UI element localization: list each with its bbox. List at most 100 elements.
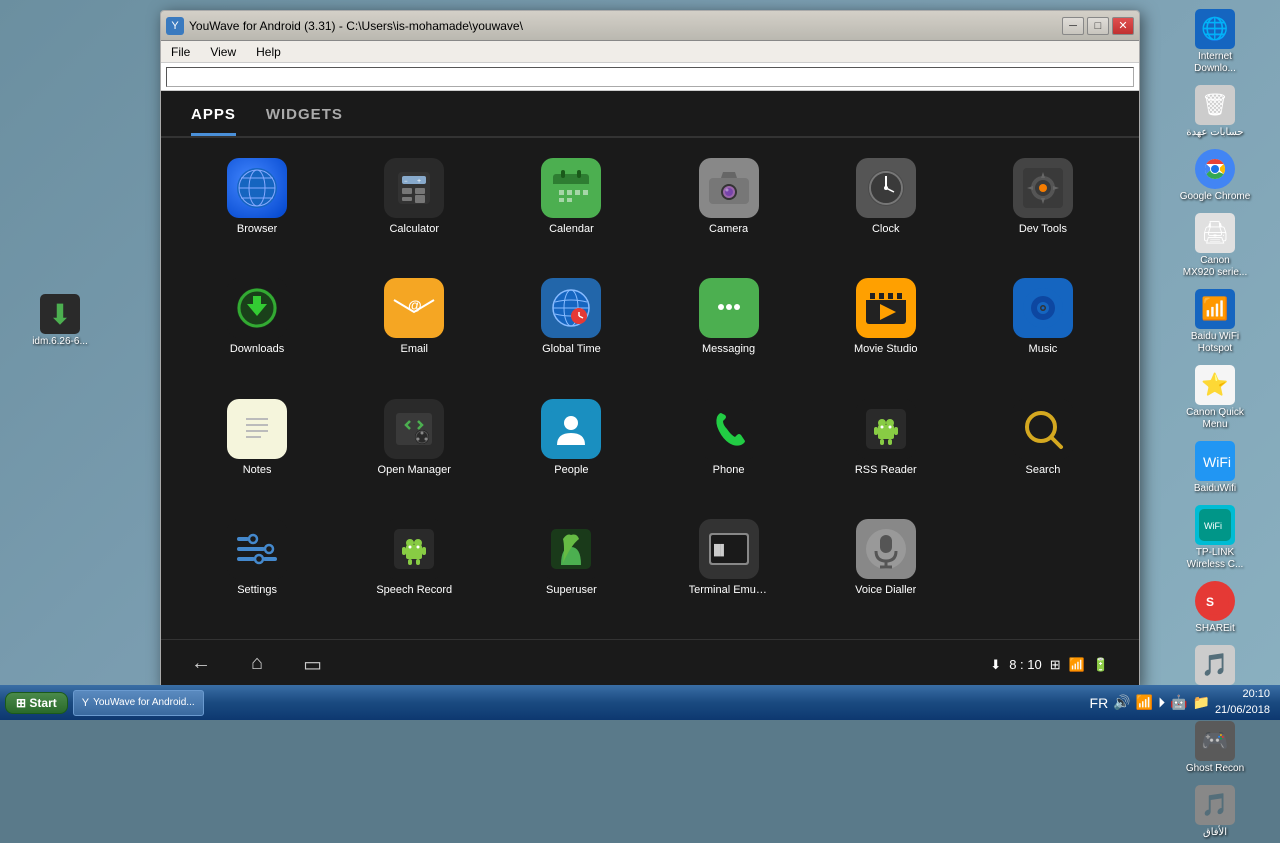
desktop-icon-4[interactable]: 📶 Baidu WiFiHotspot: [1160, 285, 1270, 359]
app-devtools[interactable]: Dev Tools: [967, 153, 1119, 263]
camera-icon: [699, 158, 759, 218]
menu-help[interactable]: Help: [251, 43, 286, 61]
email-label: Email: [400, 343, 428, 355]
nav-home[interactable]: ⌂: [251, 652, 263, 677]
desktop-icon-10[interactable]: 🎮 Ghost Recon: [1160, 717, 1270, 779]
app-email[interactable]: @ Email: [338, 273, 490, 383]
android-nav-bar: ← ⌂ ▭ ⬇ 8 : 10 ⊞ 📶 🔋: [161, 639, 1139, 689]
canon-label: CanonMX920 serie...: [1183, 255, 1247, 279]
app-superuser[interactable]: Superuser: [495, 514, 647, 624]
app-camera[interactable]: Camera: [653, 153, 805, 263]
app-calculator[interactable]: − + Calculator: [338, 153, 490, 263]
phone-label: Phone: [713, 464, 745, 476]
terminal-label: Terminal Emula...: [689, 584, 769, 596]
app-notes[interactable]: Notes: [181, 394, 333, 504]
calendar-icon: [541, 158, 601, 218]
camera-label: Camera: [709, 223, 748, 235]
voicedialler-label: Voice Dialler: [855, 584, 916, 596]
devtools-label: Dev Tools: [1019, 223, 1067, 235]
messaging-icon: [699, 278, 759, 338]
speechrecord-icon: [384, 519, 444, 579]
youwave-taskbar-icon: Y: [82, 697, 89, 709]
folder-tray-icon: 📁: [1193, 694, 1210, 711]
app-moviestyle[interactable]: Movie Studio: [810, 273, 962, 383]
windows-taskbar: ⊞ Start Y YouWave for Android... FR 🔊 📶 …: [0, 685, 1280, 720]
baidu-icon: WiFi: [1195, 441, 1235, 481]
desktop-icon-3[interactable]: 🖨 CanonMX920 serie...: [1160, 209, 1270, 283]
baidu-label: BaiduWifi: [1194, 483, 1236, 495]
desktop-icon-11[interactable]: 🎵 الأفاق: [1160, 781, 1270, 843]
window-title: YouWave for Android (3.31) - C:\Users\is…: [189, 19, 1062, 33]
phone-icon: [699, 399, 759, 459]
taskbar-youwave[interactable]: Y YouWave for Android...: [73, 690, 204, 716]
status-signal: 📶: [1069, 657, 1085, 673]
search-icon: [1013, 399, 1073, 459]
nav-recent[interactable]: ▭: [303, 652, 322, 677]
nav-back[interactable]: ←: [191, 652, 211, 677]
app-openmanager[interactable]: Open Manager: [338, 394, 490, 504]
facebook-icon: 🎵: [1195, 645, 1235, 685]
taskbar-date: 21/06/2018: [1215, 703, 1270, 718]
app-speechrecord[interactable]: Speech Record: [338, 514, 490, 624]
speaker-tray-icon[interactable]: 🔊: [1113, 694, 1130, 711]
shareit-icon: S: [1195, 581, 1235, 621]
app-globaltime[interactable]: Global Time: [495, 273, 647, 383]
app-music[interactable]: Music: [967, 273, 1119, 383]
globaltime-icon: [541, 278, 601, 338]
desktop-icon-0[interactable]: 🌐 InternetDownlo...: [1160, 5, 1270, 79]
taskbar-time: 20:10: [1215, 687, 1270, 702]
tplink-label: TP-LINKWireless C...: [1187, 547, 1244, 571]
app-rssreader[interactable]: RSS Reader: [810, 394, 962, 504]
tplink-icon: WiFi: [1195, 505, 1235, 545]
app-clock[interactable]: Clock: [810, 153, 962, 263]
baidu-wifi-icon: 📶: [1195, 289, 1235, 329]
desktop-icon-1[interactable]: 🗑 حسابات عهدة: [1160, 81, 1270, 143]
canon-quick-label: Canon QuickMenu: [1186, 407, 1244, 431]
menu-file[interactable]: File: [166, 43, 195, 61]
app-downloads[interactable]: Downloads: [181, 273, 333, 383]
maximize-button[interactable]: □: [1087, 17, 1109, 35]
app-settings[interactable]: Settings: [181, 514, 333, 624]
openmanager-label: Open Manager: [378, 464, 451, 476]
app-terminal[interactable]: █▌ Terminal Emula...: [653, 514, 805, 624]
close-button[interactable]: ✕: [1112, 17, 1134, 35]
canon-icon: 🖨: [1195, 213, 1235, 253]
people-icon: [541, 399, 601, 459]
desktop-icon-8[interactable]: S SHAREit: [1160, 577, 1270, 639]
desktop-icon-7[interactable]: WiFi TP-LINKWireless C...: [1160, 501, 1270, 575]
desktop-icon-2[interactable]: Google Chrome: [1160, 145, 1270, 207]
address-input[interactable]: [166, 67, 1134, 87]
svg-text:+: +: [417, 178, 421, 185]
globaltime-label: Global Time: [542, 343, 601, 355]
status-time: 8 : 10: [1009, 657, 1042, 672]
app-browser[interactable]: Browser: [181, 153, 333, 263]
search-label: Search: [1025, 464, 1060, 476]
nav-icons: ← ⌂ ▭: [191, 652, 322, 677]
app-empty: [967, 514, 1119, 624]
desktop-icon-5[interactable]: ⭐ Canon QuickMenu: [1160, 361, 1270, 435]
start-icon: ⊞: [16, 696, 26, 710]
browser-icon: [227, 158, 287, 218]
start-button[interactable]: ⊞ Start: [5, 692, 68, 714]
settings-icon: [227, 519, 287, 579]
app-search[interactable]: Search: [967, 394, 1119, 504]
app-phone[interactable]: Phone: [653, 394, 805, 504]
menu-view[interactable]: View: [205, 43, 241, 61]
title-bar: Y YouWave for Android (3.31) - C:\Users\…: [161, 11, 1139, 41]
ghost-recon-label: Ghost Recon: [1186, 763, 1244, 775]
minimize-button[interactable]: ─: [1062, 17, 1084, 35]
desktop-icon-6[interactable]: WiFi BaiduWifi: [1160, 437, 1270, 499]
rssreader-label: RSS Reader: [855, 464, 917, 476]
tab-apps[interactable]: APPS: [191, 106, 236, 136]
svg-text:WiFi: WiFi: [1203, 454, 1231, 470]
app-people[interactable]: People: [495, 394, 647, 504]
desktop-icon-idm[interactable]: ⬇ idm.6.26-6...: [5, 290, 115, 352]
taskbar-tray: FR 🔊 📶 ⏵ 🤖 📁 20:10 21/06/2018: [1085, 687, 1275, 718]
app-messaging[interactable]: Messaging: [653, 273, 805, 383]
rssreader-icon: [856, 399, 916, 459]
voicedialler-icon: [856, 519, 916, 579]
app-voicedialler[interactable]: Voice Dialler: [810, 514, 962, 624]
app-calendar[interactable]: Calendar: [495, 153, 647, 263]
tab-widgets[interactable]: WIDGETS: [266, 106, 343, 136]
address-bar: [161, 63, 1139, 91]
